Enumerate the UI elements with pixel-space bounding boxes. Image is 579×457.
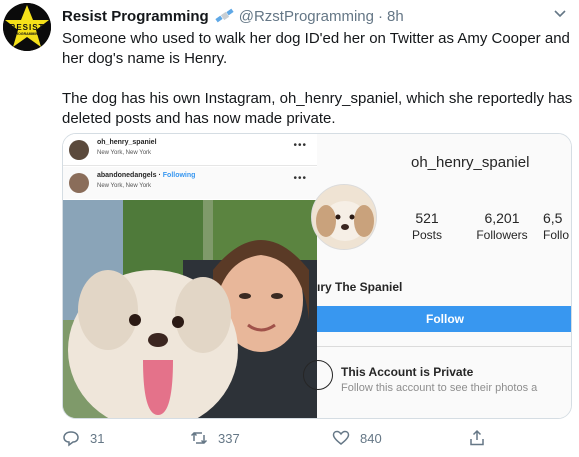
profile-username: oh_henry_spaniel	[411, 154, 530, 171]
reply-count: 31	[90, 430, 105, 446]
retweet-button[interactable]: 337	[190, 428, 240, 448]
retweet-icon	[190, 431, 208, 445]
following-stat: 6,5 Follo	[543, 210, 571, 242]
instagram-profile-screenshot: oh_henry_spaniel 521 Posts 6,201 Followe…	[303, 134, 571, 418]
tweet-media-image[interactable]: oh_henry_spaniel New York, New York ••• …	[62, 133, 572, 419]
profile-picture	[311, 184, 377, 250]
posts-stat: 521 Posts	[407, 210, 447, 242]
profile-divider	[317, 346, 571, 347]
avatar-subtext: PROGRAMMING	[13, 32, 41, 36]
header-separator: ·	[377, 7, 383, 25]
followers-count: 6,201	[484, 210, 520, 226]
author-avatar[interactable]: RESIST PROGRAMMING	[3, 3, 51, 51]
followers-label: Followers	[476, 228, 528, 242]
ig-post-header-2: abandonedangels · Following New York, Ne…	[63, 167, 317, 199]
instagram-post-screenshot: oh_henry_spaniel New York, New York ••• …	[63, 134, 317, 418]
ig-location-2: New York, New York	[97, 183, 152, 189]
lock-icon	[303, 360, 333, 390]
share-button[interactable]	[468, 428, 486, 448]
reply-icon	[63, 431, 79, 447]
like-count: 840	[360, 430, 382, 446]
ig-avatar-2	[69, 173, 89, 193]
more-dots-icon-2: •••	[293, 173, 307, 184]
ig-username-2-text: abandonedangels	[97, 172, 157, 179]
avatar-text: RESIST	[9, 23, 45, 32]
tweet-paragraph-1: Someone who used to walk her dog ID'ed h…	[62, 30, 570, 67]
spaniel-avatar	[312, 185, 376, 249]
heart-icon	[332, 430, 350, 445]
dog-and-owner-photo	[63, 200, 317, 418]
satellite-emoji-icon	[215, 8, 234, 23]
ig-avatar	[69, 140, 89, 160]
following-count: 6,5	[543, 210, 563, 226]
more-dots-icon: •••	[293, 140, 307, 151]
tweet-paragraph-2: The dog has his own Instagram, oh_henry_…	[62, 90, 573, 127]
ig-following-label: Following	[162, 172, 196, 179]
chevron-down-icon[interactable]	[552, 8, 568, 20]
ig-location: New York, New York	[97, 150, 152, 156]
private-account-subtitle: Follow this account to see their photos …	[341, 382, 538, 394]
tweet-actions: 31 337 840	[62, 428, 484, 448]
like-button[interactable]: 840	[332, 428, 382, 448]
ig-username-2: abandonedangels · Following	[97, 172, 195, 179]
following-label: Follo	[543, 228, 570, 242]
retweet-count: 337	[218, 430, 240, 446]
reply-button[interactable]: 31	[62, 428, 104, 448]
author-name[interactable]: Resist Programming	[62, 8, 209, 25]
posts-count: 521	[415, 210, 439, 226]
ig-username: oh_henry_spaniel	[97, 139, 157, 146]
posts-label: Posts	[411, 228, 442, 242]
author-handle[interactable]: @RzstProgramming	[239, 8, 374, 25]
profile-display-name: ıry The Spaniel	[317, 280, 403, 294]
ig-separator: ·	[158, 172, 161, 179]
ig-follow-button: Follow	[317, 306, 571, 332]
tweet-text: Someone who used to walk her dog ID'ed h…	[62, 29, 578, 129]
tweet-header: Resist Programming @RzstProgramming · 8h	[62, 6, 404, 26]
tweet-time[interactable]: 8h	[387, 8, 404, 25]
photo-illustration	[63, 200, 317, 418]
share-icon	[470, 429, 484, 446]
ig-post-header: oh_henry_spaniel New York, New York •••	[63, 134, 317, 166]
private-account-title: This Account is Private	[341, 365, 474, 379]
followers-stat: 6,201 Followers	[467, 210, 537, 242]
